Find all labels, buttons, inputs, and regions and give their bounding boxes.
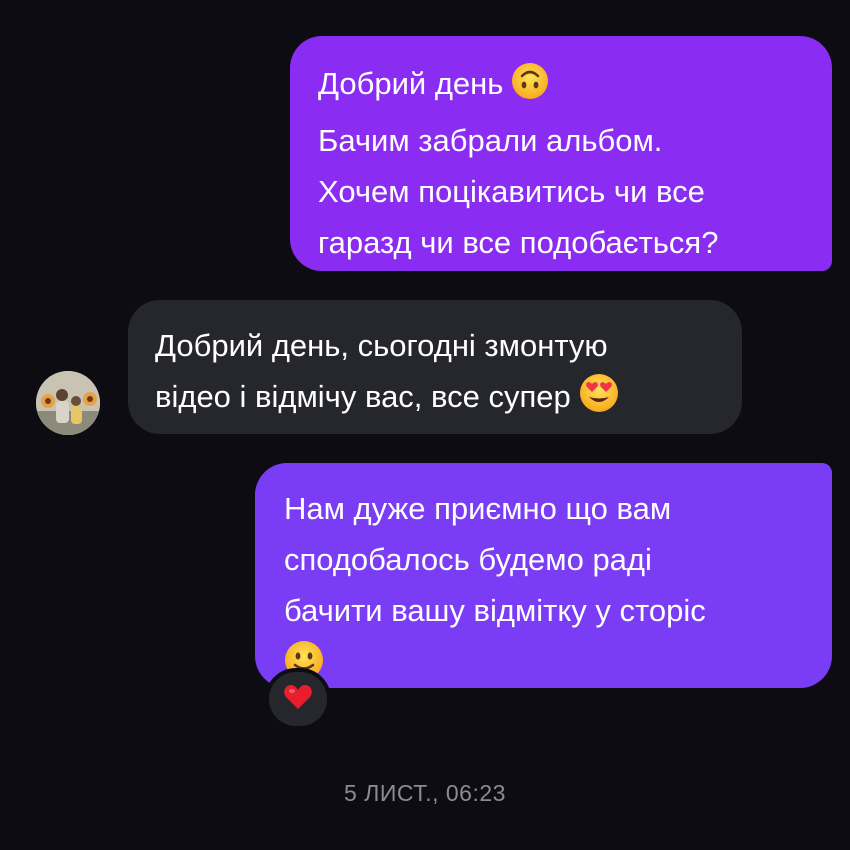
message-line: Нам дуже приємно що вам	[284, 491, 672, 526]
message-line: відео і відмічу вас, все супер	[155, 379, 571, 414]
message-line-row: Добрий день	[318, 58, 832, 115]
slightly-smiling-face-icon	[284, 640, 832, 695]
incoming-message[interactable]: Добрий день, сьогодні змонтую відео і ві…	[128, 300, 742, 434]
message-line: бачити вашу відмітку у сторіс	[284, 593, 706, 628]
upside-down-face-icon	[511, 62, 549, 115]
red-heart-icon	[283, 683, 313, 716]
heart-eyes-face-icon	[579, 373, 619, 428]
chat-screen: Добрий день Бачим забрали альбом. Хочем …	[0, 0, 850, 850]
message-timestamp: 5 ЛИСТ., 06:23	[344, 780, 506, 806]
message-line-row: відео і відмічу вас, все супер	[155, 371, 742, 428]
message-line: Добрий день	[318, 66, 504, 101]
message-line: Добрий день, сьогодні змонтую	[155, 328, 608, 363]
message-reaction[interactable]	[265, 668, 331, 730]
outgoing-message[interactable]: Добрий день Бачим забрали альбом. Хочем …	[290, 36, 832, 271]
outgoing-message[interactable]: Нам дуже приємно що вам сподобалось буде…	[255, 463, 832, 688]
contact-avatar[interactable]	[36, 371, 100, 435]
message-line: гаразд чи все подобається?	[318, 225, 719, 260]
message-line: Бачим забрали альбом.	[318, 123, 663, 158]
message-line: сподобалось будемо раді	[284, 542, 652, 577]
message-line: Хочем поцікавитись чи все	[318, 174, 705, 209]
